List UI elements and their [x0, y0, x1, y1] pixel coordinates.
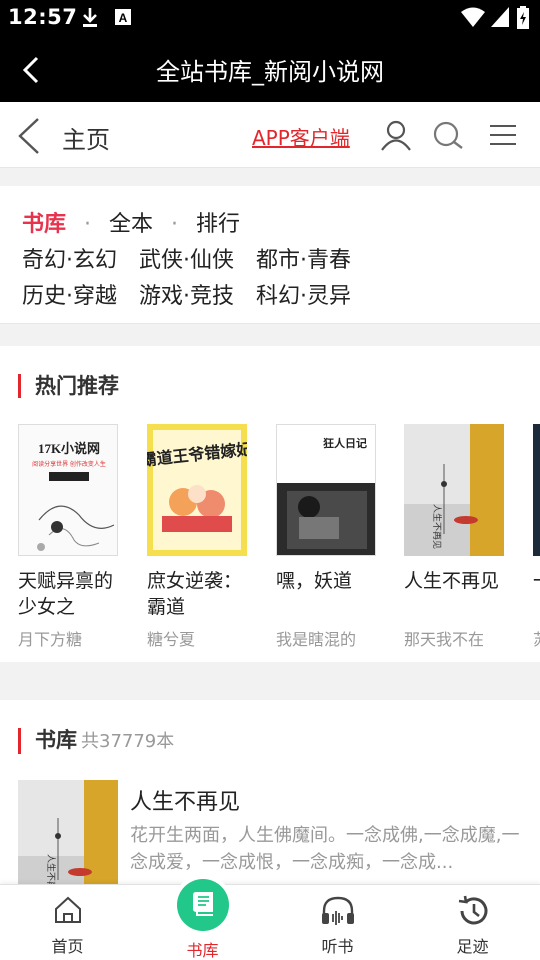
- back-chevron-icon[interactable]: [14, 116, 42, 156]
- bottom-tab-bar: 首页 书库 听书 足迹: [0, 879, 540, 960]
- library-section-title: 书库 共37779本: [18, 728, 174, 754]
- book-cover[interactable]: 霸道王爷错嫁妃: [147, 424, 247, 556]
- book-cover[interactable]: 人生不再见: [404, 424, 504, 556]
- headphones-icon: [321, 896, 354, 925]
- category-row-genres-1: 奇幻·玄幻 武侠·仙侠 都市·青春: [22, 242, 351, 274]
- wifi-icon: [461, 7, 485, 27]
- app-header: 全站书库_新阅小说网: [0, 36, 540, 102]
- book-author: 苏: [533, 626, 540, 650]
- category-row-main: 书库 · 全本 · 排行: [22, 206, 240, 238]
- category-library[interactable]: 书库: [22, 206, 66, 238]
- category-urban[interactable]: 都市·青春: [256, 242, 351, 274]
- tab-home-label: 首页: [51, 937, 84, 956]
- tab-history[interactable]: 足迹: [405, 885, 540, 960]
- separator-dot: ·: [171, 212, 179, 237]
- book-title[interactable]: 庶女逆袭：霸道: [147, 568, 251, 620]
- notification-a-icon: A: [115, 9, 131, 25]
- book-title[interactable]: 嘿，妖道: [276, 568, 380, 620]
- cover-illustration: 17K小说网 阅读分享世界 创作改变人生: [19, 425, 117, 555]
- book-icon: [192, 892, 213, 916]
- hot-section-title: 热门推荐: [18, 374, 119, 398]
- book-title[interactable]: 天赋异禀的少女之: [18, 568, 122, 620]
- library-title: 书库: [35, 728, 77, 752]
- library-book-description: 花开生两面，人生佛魔间。一念成佛,一念成魔,一念成爱，一念成恨，一念成痴，一念成…: [130, 825, 520, 873]
- history-icon: [458, 895, 487, 925]
- battery-icon: [517, 6, 529, 29]
- hot-book-card[interactable]: 人生不再见 人生不再见 那天我不在: [404, 424, 508, 650]
- tab-home[interactable]: 首页: [0, 885, 135, 960]
- separator-dot: ·: [84, 212, 92, 237]
- category-fantasy[interactable]: 奇幻·玄幻: [22, 242, 117, 274]
- cover-text: 人生不再见: [431, 504, 443, 549]
- cover-text: 17K小说网: [38, 441, 100, 456]
- category-ranking[interactable]: 排行: [196, 206, 240, 238]
- hot-book-card[interactable]: 一 苏: [533, 424, 540, 650]
- book-cover[interactable]: 17K小说网 阅读分享世界 创作改变人生: [18, 424, 118, 556]
- hot-book-card[interactable]: 霸道王爷错嫁妃 庶女逆袭：霸道 糖兮夏: [147, 424, 251, 650]
- cover-illustration: 人生不再见: [404, 424, 504, 556]
- search-icon[interactable]: [432, 121, 466, 151]
- home-icon: [54, 896, 81, 923]
- home-link[interactable]: 主页: [62, 120, 110, 155]
- tab-audiobook-label: 听书: [321, 937, 354, 956]
- category-scifi[interactable]: 科幻·灵异: [256, 278, 351, 310]
- book-author: 糖兮夏: [147, 630, 196, 649]
- book-cover[interactable]: [533, 424, 540, 556]
- tab-library[interactable]: 书库: [135, 879, 270, 960]
- category-games[interactable]: 游戏·竞技: [139, 278, 234, 310]
- download-icon: [83, 8, 97, 27]
- status-time: 12:57: [8, 5, 78, 29]
- web-nav-bar: 主页 APP客户端: [0, 102, 540, 168]
- hot-book-list[interactable]: 17K小说网 阅读分享世界 创作改变人生 天赋异禀的少女之 月下方糖 霸道王爷错…: [18, 424, 540, 662]
- category-wuxia[interactable]: 武侠·仙侠: [139, 242, 234, 274]
- app-client-link[interactable]: APP客户端: [252, 122, 350, 151]
- library-section: 书库 共37779本 人生不再见 人生不再见 花开生两面，人生佛魔间。一念成佛,一…: [0, 700, 540, 900]
- hot-book-card[interactable]: 17K小说网 阅读分享世界 创作改变人生 天赋异禀的少女之 月下方糖: [18, 424, 122, 650]
- signal-icon: [491, 7, 509, 27]
- hot-book-card[interactable]: 狂人日记 嘿，妖道 我是瞎混的: [276, 424, 380, 650]
- book-author: 我是瞎混的: [276, 630, 357, 649]
- cover-illustration: 狂人日记: [277, 425, 375, 555]
- cover-sub-text: 阅读分享世界 创作改变人生: [32, 460, 106, 468]
- library-book-title[interactable]: 人生不再见: [130, 784, 240, 816]
- svg-text:A: A: [119, 11, 128, 25]
- user-icon[interactable]: [380, 119, 412, 151]
- category-complete[interactable]: 全本: [109, 206, 153, 238]
- category-history[interactable]: 历史·穿越: [22, 278, 117, 310]
- category-panel: 书库 · 全本 · 排行 奇幻·玄幻 武侠·仙侠 都市·青春 历史·穿越 游戏·竞技 科幻·灵异: [0, 186, 540, 324]
- book-author: 月下方糖: [18, 630, 83, 649]
- library-count: 共37779本: [81, 731, 175, 752]
- cover-illustration: 霸道王爷错嫁妃: [147, 424, 247, 556]
- book-title[interactable]: 人生不再见: [404, 568, 508, 620]
- tab-library-label: 书库: [186, 941, 219, 960]
- cover-text: 狂人日记: [323, 436, 367, 450]
- book-cover[interactable]: 狂人日记: [276, 424, 376, 556]
- book-author: 那天我不在: [404, 630, 485, 649]
- cover-illustration: 人生不再见: [18, 780, 118, 898]
- tab-history-label: 足迹: [456, 937, 489, 956]
- app-title: 全站书库_新阅小说网: [156, 58, 384, 86]
- hot-recommend-section: 热门推荐 17K小说网 阅读分享世界 创作改变人生 天赋异禀的少女之 月下方糖 …: [0, 346, 540, 662]
- status-bar: 12:57 A: [0, 0, 540, 36]
- library-book-cover[interactable]: 人生不再见: [18, 780, 118, 898]
- menu-icon[interactable]: [488, 124, 518, 146]
- book-title[interactable]: 一: [533, 568, 540, 620]
- category-row-genres-2: 历史·穿越 游戏·竞技 科幻·灵异: [22, 278, 351, 310]
- tab-audiobook[interactable]: 听书: [270, 885, 405, 960]
